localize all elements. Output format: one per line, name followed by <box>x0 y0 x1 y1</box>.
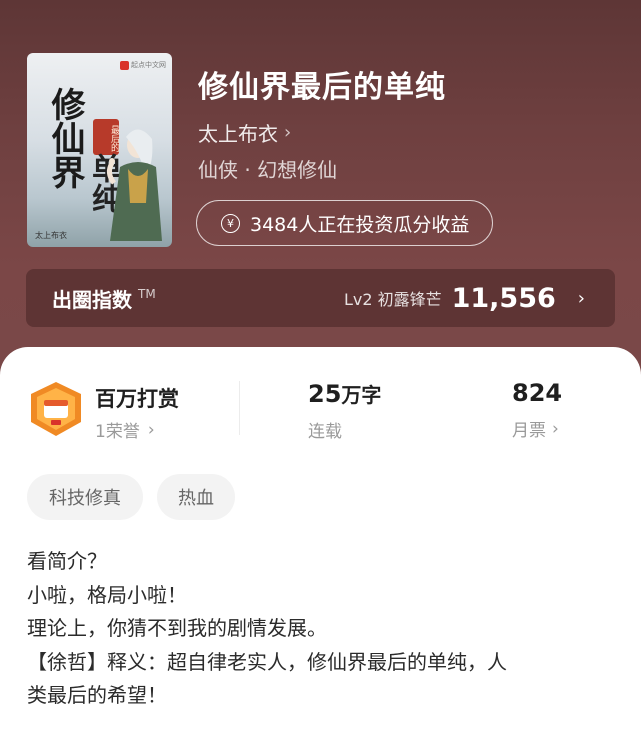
author-name: 太上布衣 <box>198 122 278 146</box>
book-cover[interactable]: 起点中文网 修仙界 最后的 单纯 太上布衣 <box>27 53 172 247</box>
reward-title: 百万打赏 <box>95 387 179 411</box>
cover-calligraphy: 修仙界 <box>45 87 85 189</box>
invest-button[interactable]: ¥ 3484人正在投资瓜分收益 <box>196 200 493 246</box>
honor-count: 1荣誉 <box>95 422 140 442</box>
index-level: Lv2 初露锋芒 <box>343 290 442 309</box>
chevron-right-icon: › <box>147 419 155 440</box>
synopsis-line: 类最后的希望！ <box>27 683 167 707</box>
popularity-index-bar[interactable]: 出圈指数 TM Lv2 初露锋芒 11,556 › <box>26 269 615 327</box>
reward-badge-icon[interactable] <box>27 380 85 438</box>
book-synopsis[interactable]: 看简介？ 小啦，格局小啦！ 理论上，你猜不到我的剧情发展。 【徐哲】释义：超自律… <box>27 545 617 713</box>
stats-divider <box>239 381 240 435</box>
book-info-card: 百万打赏 1荣誉 › 25万字 连载 824 月票 › 科技修真 热血 看简介？… <box>0 347 641 732</box>
tag-rexue[interactable]: 热血 <box>157 474 235 520</box>
invest-text: 3484人正在投资瓜分收益 <box>250 213 470 236</box>
tag-keji-xiuzhen[interactable]: 科技修真 <box>27 474 143 520</box>
publisher-logo-icon <box>120 60 129 70</box>
synopsis-line: 【徐哲】释义：超自律老实人，修仙界最后的单纯，人 <box>27 649 507 674</box>
honor-link[interactable]: 1荣誉 › <box>95 417 155 443</box>
cover-character-illustration <box>106 129 162 241</box>
monthly-ticket-stat[interactable]: 824 月票 › <box>512 379 562 441</box>
synopsis-line: 小啦，格局小啦！ <box>27 582 187 607</box>
book-title: 修仙界最后的单纯 <box>198 70 446 105</box>
index-score: 11,556 <box>451 282 556 314</box>
book-header: 起点中文网 修仙界 最后的 单纯 太上布衣 修仙界最后的单纯 太上布衣 › 仙侠… <box>0 0 641 380</box>
synopsis-line: 看简介？ <box>27 549 107 573</box>
chevron-right-icon: › <box>284 122 292 143</box>
cover-author-mark: 太上布衣 <box>35 231 67 240</box>
chevron-right-icon: › <box>577 287 585 309</box>
book-genre[interactable]: 仙侠 · 幻想修仙 <box>198 154 337 183</box>
index-label: 出圈指数 <box>52 287 132 312</box>
word-count-unit: 万字 <box>341 383 382 407</box>
synopsis-line: 理论上，你猜不到我的剧情发展。 <box>27 616 327 640</box>
serial-status: 连载 <box>308 422 342 442</box>
cover-publisher: 起点中文网 <box>120 60 166 70</box>
word-count-stat: 25万字 连载 <box>308 379 381 442</box>
chevron-right-icon: › <box>552 418 559 439</box>
word-count-number: 25 <box>308 380 342 408</box>
trademark-mark: TM <box>138 287 156 301</box>
monthly-ticket-count: 824 <box>512 379 563 407</box>
monthly-ticket-label: 月票 <box>512 421 546 441</box>
author-link[interactable]: 太上布衣 › <box>198 118 291 147</box>
yen-circle-icon: ¥ <box>221 213 240 233</box>
cover-publisher-text: 起点中文网 <box>131 61 166 69</box>
